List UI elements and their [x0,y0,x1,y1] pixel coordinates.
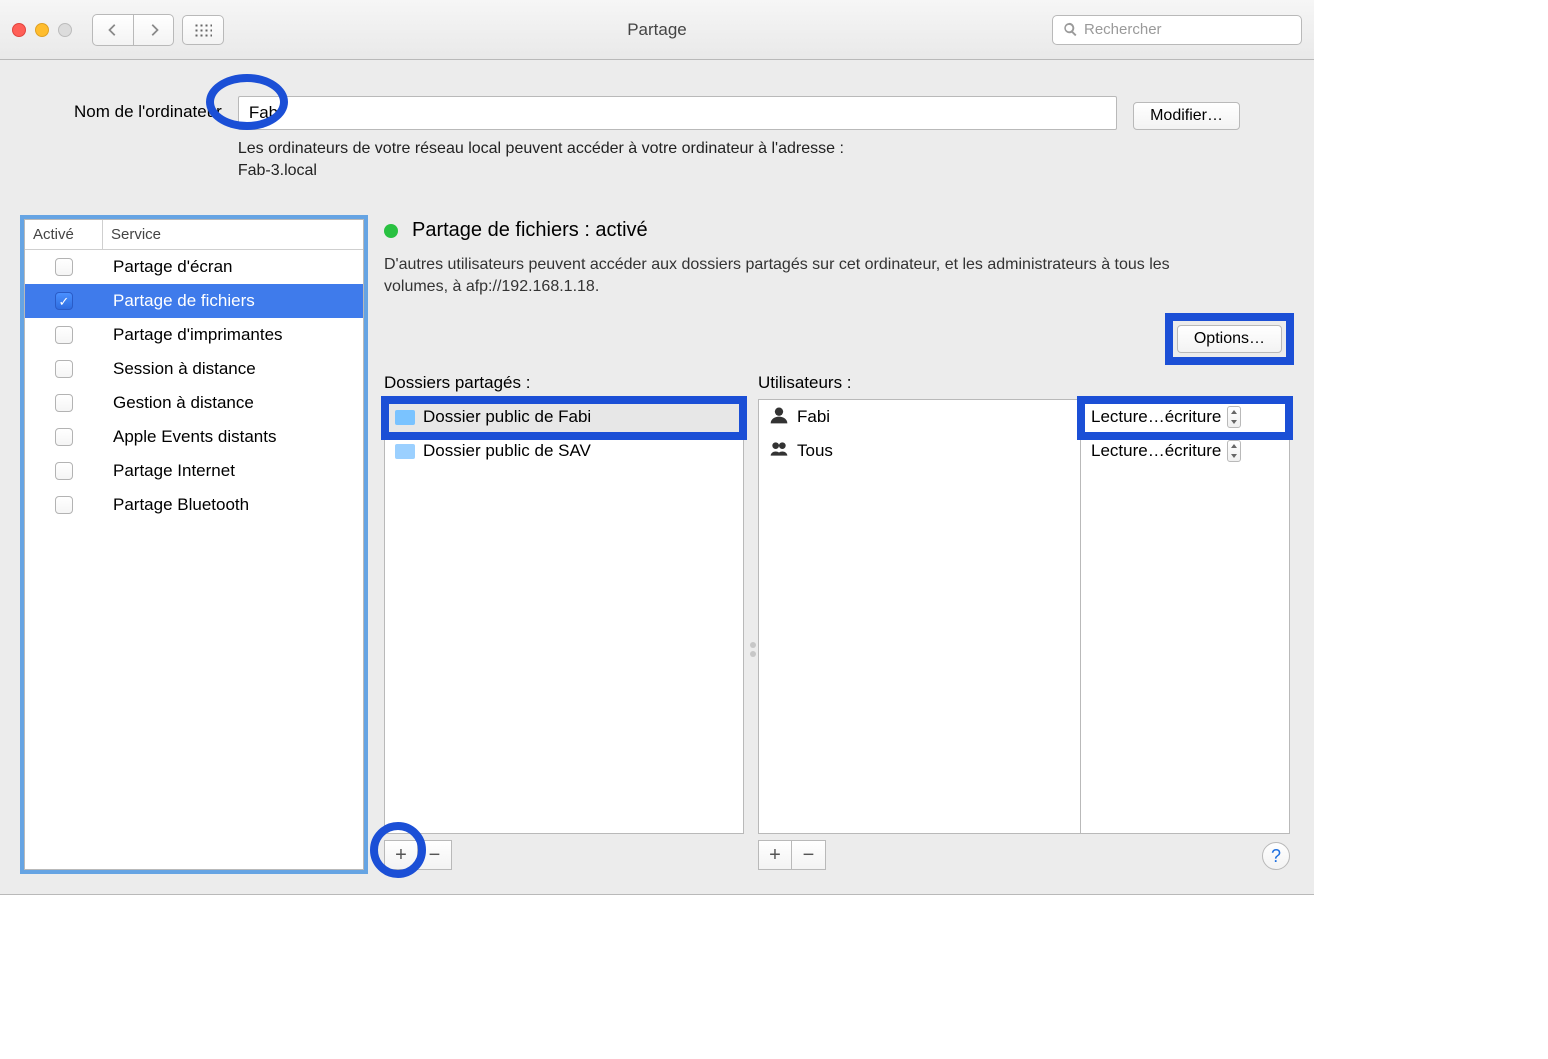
service-label: Partage de fichiers [103,291,255,311]
options-button[interactable]: Options… [1177,325,1282,353]
service-label: Partage Bluetooth [103,495,249,515]
window-body: Nom de l'ordinateur Les ordinateurs de v… [0,60,1314,894]
service-checkbox[interactable] [55,462,73,480]
service-row[interactable]: Partage d'imprimantes [25,318,363,352]
shared-folders-list[interactable]: Dossier public de Fabi Dossier public de … [384,399,744,834]
folder-row[interactable]: Dossier public de SAV [385,434,743,468]
grid-icon [194,23,212,37]
forward-button[interactable] [133,15,173,45]
services-col-service: Service [103,220,161,250]
computer-name-label: Nom de l'ordinateur [74,96,222,122]
shared-folders-column: Dossiers partagés : Dossier public de Fa… [384,373,744,870]
service-label: Gestion à distance [103,393,254,413]
services-panel: Activé Service Partage d'écran Partage de… [24,219,364,870]
status-row: Partage de fichiers : activé [384,219,1290,242]
service-row[interactable]: Gestion à distance [25,386,363,420]
users-title: Utilisateurs : [758,373,1290,393]
computer-name-description: Les ordinateurs de votre réseau local pe… [238,138,1018,181]
service-label: Apple Events distants [103,427,276,447]
person-icon [769,405,789,430]
permission-label: Lecture…écriture [1091,441,1221,461]
user-row[interactable]: Fabi [759,400,1080,434]
group-icon [769,439,789,464]
remove-folder-button[interactable]: − [418,840,452,870]
window-controls [12,23,72,37]
service-row[interactable]: Apple Events distants [25,420,363,454]
services-list: Partage d'écran Partage de fichiers Partag… [25,250,363,522]
main-area: Activé Service Partage d'écran Partage de… [24,219,1290,870]
zoom-window-button[interactable] [58,23,72,37]
status-title: Partage de fichiers : activé [412,219,648,242]
folder-icon [395,444,415,459]
permission-label: Lecture…écriture [1091,407,1221,427]
service-row[interactable]: Session à distance [25,352,363,386]
status-indicator-icon [384,224,398,238]
service-checkbox[interactable] [55,292,73,310]
permission-selector[interactable]: Lecture…écriture [1081,434,1289,468]
window-toolbar: Partage Rechercher [0,0,1314,60]
permissions-list: Lecture…écriture Lecture…écriture [1080,399,1290,834]
remove-user-button[interactable]: − [792,840,826,870]
service-row[interactable]: Partage Internet [25,454,363,488]
stepper-icon [1227,440,1241,462]
permission-selector[interactable]: Lecture…écriture [1081,400,1289,434]
search-icon [1063,22,1078,37]
help-button[interactable]: ? [1262,842,1290,870]
file-sharing-detail: Partage de fichiers : activé D'autres ut… [384,219,1290,870]
minimize-window-button[interactable] [35,23,49,37]
services-col-active: Activé [25,220,103,250]
user-row[interactable]: Tous [759,434,1080,468]
service-checkbox[interactable] [55,258,73,276]
service-label: Partage d'écran [103,257,233,277]
service-label: Partage Internet [103,461,235,481]
user-label: Fabi [797,407,830,427]
sharing-preferences-window: Partage Rechercher Nom de l'ordinateur L… [0,0,1314,895]
back-button[interactable] [93,15,133,45]
service-checkbox[interactable] [55,428,73,446]
service-checkbox[interactable] [55,496,73,514]
add-user-button[interactable]: + [758,840,792,870]
computer-name-row: Nom de l'ordinateur Les ordinateurs de v… [24,96,1290,181]
stepper-icon [1227,406,1241,428]
folder-icon [395,410,415,425]
service-checkbox[interactable] [55,360,73,378]
users-list[interactable]: Fabi Tous [758,399,1080,834]
services-panel-wrap: Activé Service Partage d'écran Partage de… [24,219,364,870]
service-row[interactable]: Partage Bluetooth [25,488,363,522]
folder-label: Dossier public de Fabi [423,407,591,427]
services-header: Activé Service [25,220,363,250]
service-label: Partage d'imprimantes [103,325,283,345]
service-checkbox[interactable] [55,326,73,344]
search-placeholder: Rechercher [1084,21,1162,38]
folder-label: Dossier public de SAV [423,441,591,461]
users-permissions-split: FabiTous Lecture…écritureLecture…écritur… [758,399,1290,834]
computer-name-input[interactable] [238,96,1117,130]
search-field[interactable]: Rechercher [1052,15,1302,45]
user-label: Tous [797,441,833,461]
add-folder-button[interactable]: + [384,840,418,870]
status-description: D'autres utilisateurs peuvent accéder au… [384,254,1184,297]
service-row[interactable]: Partage de fichiers [25,284,363,318]
modify-button[interactable]: Modifier… [1133,102,1240,130]
close-window-button[interactable] [12,23,26,37]
nav-back-forward [92,14,174,46]
shared-folders-title: Dossiers partagés : [384,373,744,393]
users-column: Utilisateurs : Fabi Tous Lecture…écriture… [758,373,1290,870]
sharing-lists: Dossiers partagés : Dossier public de Fa… [384,373,1290,870]
service-row[interactable]: Partage d'écran [25,250,363,284]
service-checkbox[interactable] [55,394,73,412]
folder-row[interactable]: Dossier public de Fabi [385,400,743,434]
service-label: Session à distance [103,359,256,379]
split-grabber[interactable] [750,638,758,660]
show-all-button[interactable] [182,15,224,45]
